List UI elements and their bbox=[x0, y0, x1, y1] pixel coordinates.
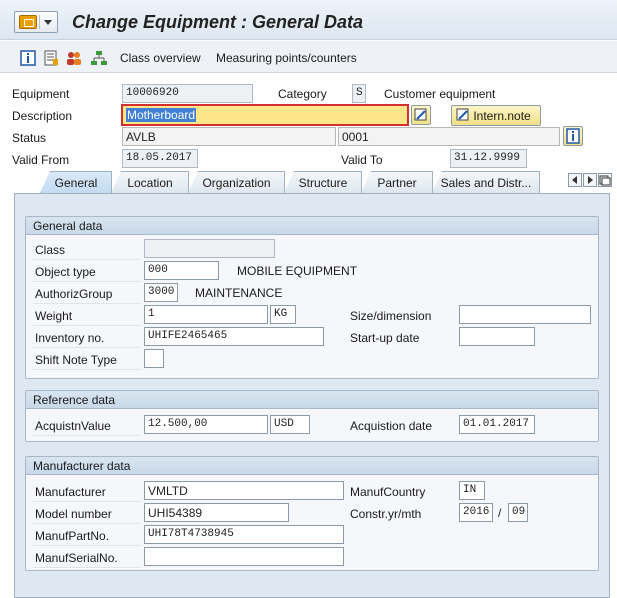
system-menu-button[interactable] bbox=[14, 11, 58, 33]
valid-to-label: Valid To bbox=[341, 153, 383, 167]
partno-input[interactable]: UHI78T4738945 bbox=[144, 525, 344, 544]
description-input[interactable]: Motherboard bbox=[121, 104, 409, 126]
object-type-label: Object type bbox=[33, 263, 141, 282]
tab-location[interactable]: Location bbox=[111, 171, 189, 193]
manufacturer-input[interactable]: VMLTD bbox=[144, 481, 344, 500]
tab-partner[interactable]: Partner bbox=[361, 171, 433, 193]
general-data-group: General data Class Object type 000 MOBIL… bbox=[25, 216, 599, 379]
category-label: Category bbox=[278, 87, 327, 101]
inventory-input[interactable]: UHIFE2465465 bbox=[144, 327, 324, 346]
class-overview-button[interactable]: Class overview bbox=[120, 51, 201, 65]
hierarchy-icon[interactable] bbox=[91, 50, 107, 66]
description-label: Description bbox=[12, 109, 73, 123]
constr-separator: / bbox=[498, 506, 502, 520]
reference-data-group: Reference data AcquistnValue 12.500,00 U… bbox=[25, 390, 599, 442]
serial-label: ManufSerialNo. bbox=[33, 549, 141, 568]
partno-label: ManufPartNo. bbox=[33, 527, 141, 546]
tab-content-general: General data Class Object type 000 MOBIL… bbox=[14, 193, 610, 598]
category-text: Customer equipment bbox=[384, 87, 496, 101]
object-type-text: MOBILE EQUIPMENT bbox=[237, 264, 358, 278]
constr-year-input[interactable]: 2016 bbox=[459, 503, 493, 522]
country-label: ManufCountry bbox=[350, 485, 426, 499]
class-field[interactable] bbox=[144, 239, 275, 258]
tab-sales-distribution[interactable]: Sales and Distr... bbox=[432, 171, 540, 193]
serial-input[interactable] bbox=[144, 547, 344, 566]
measuring-points-button[interactable]: Measuring points/counters bbox=[216, 51, 357, 65]
document-icon[interactable] bbox=[43, 50, 59, 66]
intern-note-button[interactable]: Intern.note bbox=[451, 105, 541, 126]
intern-note-label: Intern.note bbox=[473, 109, 531, 123]
tab-strip: General Location Organization Structure … bbox=[10, 171, 612, 193]
status-label: Status bbox=[12, 131, 47, 145]
description-value: Motherboard bbox=[126, 108, 197, 122]
acq-date-input[interactable]: 01.01.2017 bbox=[459, 415, 535, 434]
size-label: Size/dimension bbox=[350, 309, 432, 323]
shift-note-input[interactable] bbox=[144, 349, 164, 368]
weight-unit-input[interactable]: KG bbox=[270, 305, 296, 324]
valid-from-field[interactable]: 18.05.2017 bbox=[122, 149, 198, 168]
weight-input[interactable]: 1 bbox=[144, 305, 268, 324]
long-text-button[interactable] bbox=[411, 105, 431, 125]
manufacturer-label: Manufacturer bbox=[33, 483, 141, 502]
tab-structure[interactable]: Structure bbox=[284, 171, 362, 193]
acq-date-label: Acquistion date bbox=[350, 419, 433, 433]
tab-list-icon bbox=[599, 175, 611, 186]
sap-menu-icon bbox=[19, 15, 37, 29]
chevron-down-icon bbox=[39, 15, 55, 29]
partner-icon[interactable] bbox=[66, 50, 82, 66]
info-icon[interactable] bbox=[20, 50, 36, 66]
startup-input[interactable] bbox=[459, 327, 535, 346]
constr-label: Constr.yr/mth bbox=[350, 507, 422, 521]
category-field[interactable]: S bbox=[352, 84, 366, 103]
constr-month-input[interactable]: 09 bbox=[508, 503, 528, 522]
status-field-2[interactable]: 0001 bbox=[338, 127, 560, 146]
status-info-button[interactable] bbox=[563, 126, 583, 146]
tab-scroll-right-button[interactable] bbox=[583, 173, 597, 187]
acq-currency-input[interactable]: USD bbox=[270, 415, 310, 434]
valid-from-label: Valid From bbox=[12, 153, 70, 167]
object-type-input[interactable]: 000 bbox=[144, 261, 219, 280]
tab-list-button[interactable] bbox=[598, 173, 612, 187]
model-label: Model number bbox=[33, 505, 141, 524]
authoriz-group-label: AuthorizGroup bbox=[33, 285, 141, 304]
country-input[interactable]: IN bbox=[459, 481, 485, 500]
class-label: Class bbox=[33, 241, 141, 260]
model-input[interactable]: UHI54389 bbox=[144, 503, 289, 522]
acq-value-label: AcquistnValue bbox=[33, 417, 141, 436]
application-toolbar: Class overview Measuring points/counters bbox=[0, 41, 617, 73]
shift-note-label: Shift Note Type bbox=[33, 351, 141, 370]
startup-label: Start-up date bbox=[350, 331, 420, 345]
chevron-left-icon bbox=[572, 176, 577, 184]
authoriz-group-input[interactable]: 3000 bbox=[144, 283, 178, 302]
tab-general[interactable]: General bbox=[40, 171, 112, 193]
tab-organization[interactable]: Organization bbox=[188, 171, 285, 193]
group-title: Reference data bbox=[26, 391, 598, 409]
page-title: Change Equipment : General Data bbox=[72, 12, 364, 32]
valid-to-field[interactable]: 31.12.9999 bbox=[450, 149, 527, 168]
authoriz-group-text: MAINTENANCE bbox=[195, 286, 283, 300]
info-icon bbox=[566, 128, 580, 144]
equipment-label: Equipment bbox=[12, 87, 70, 101]
inventory-label: Inventory no. bbox=[33, 329, 141, 348]
edit-icon bbox=[456, 108, 469, 121]
edit-icon bbox=[414, 108, 427, 121]
status-field[interactable]: AVLB bbox=[122, 127, 336, 146]
chevron-right-icon bbox=[588, 176, 593, 184]
group-title: Manufacturer data bbox=[26, 457, 598, 475]
weight-label: Weight bbox=[33, 307, 141, 326]
size-input[interactable] bbox=[459, 305, 591, 324]
group-title: General data bbox=[26, 217, 598, 235]
equipment-field[interactable]: 10006920 bbox=[122, 84, 253, 103]
tab-scroll-left-button[interactable] bbox=[568, 173, 582, 187]
manufacturer-data-group: Manufacturer data Manufacturer VMLTD Man… bbox=[25, 456, 599, 571]
acq-value-input[interactable]: 12.500,00 bbox=[144, 415, 268, 434]
title-bar: Change Equipment : General Data bbox=[0, 0, 617, 40]
